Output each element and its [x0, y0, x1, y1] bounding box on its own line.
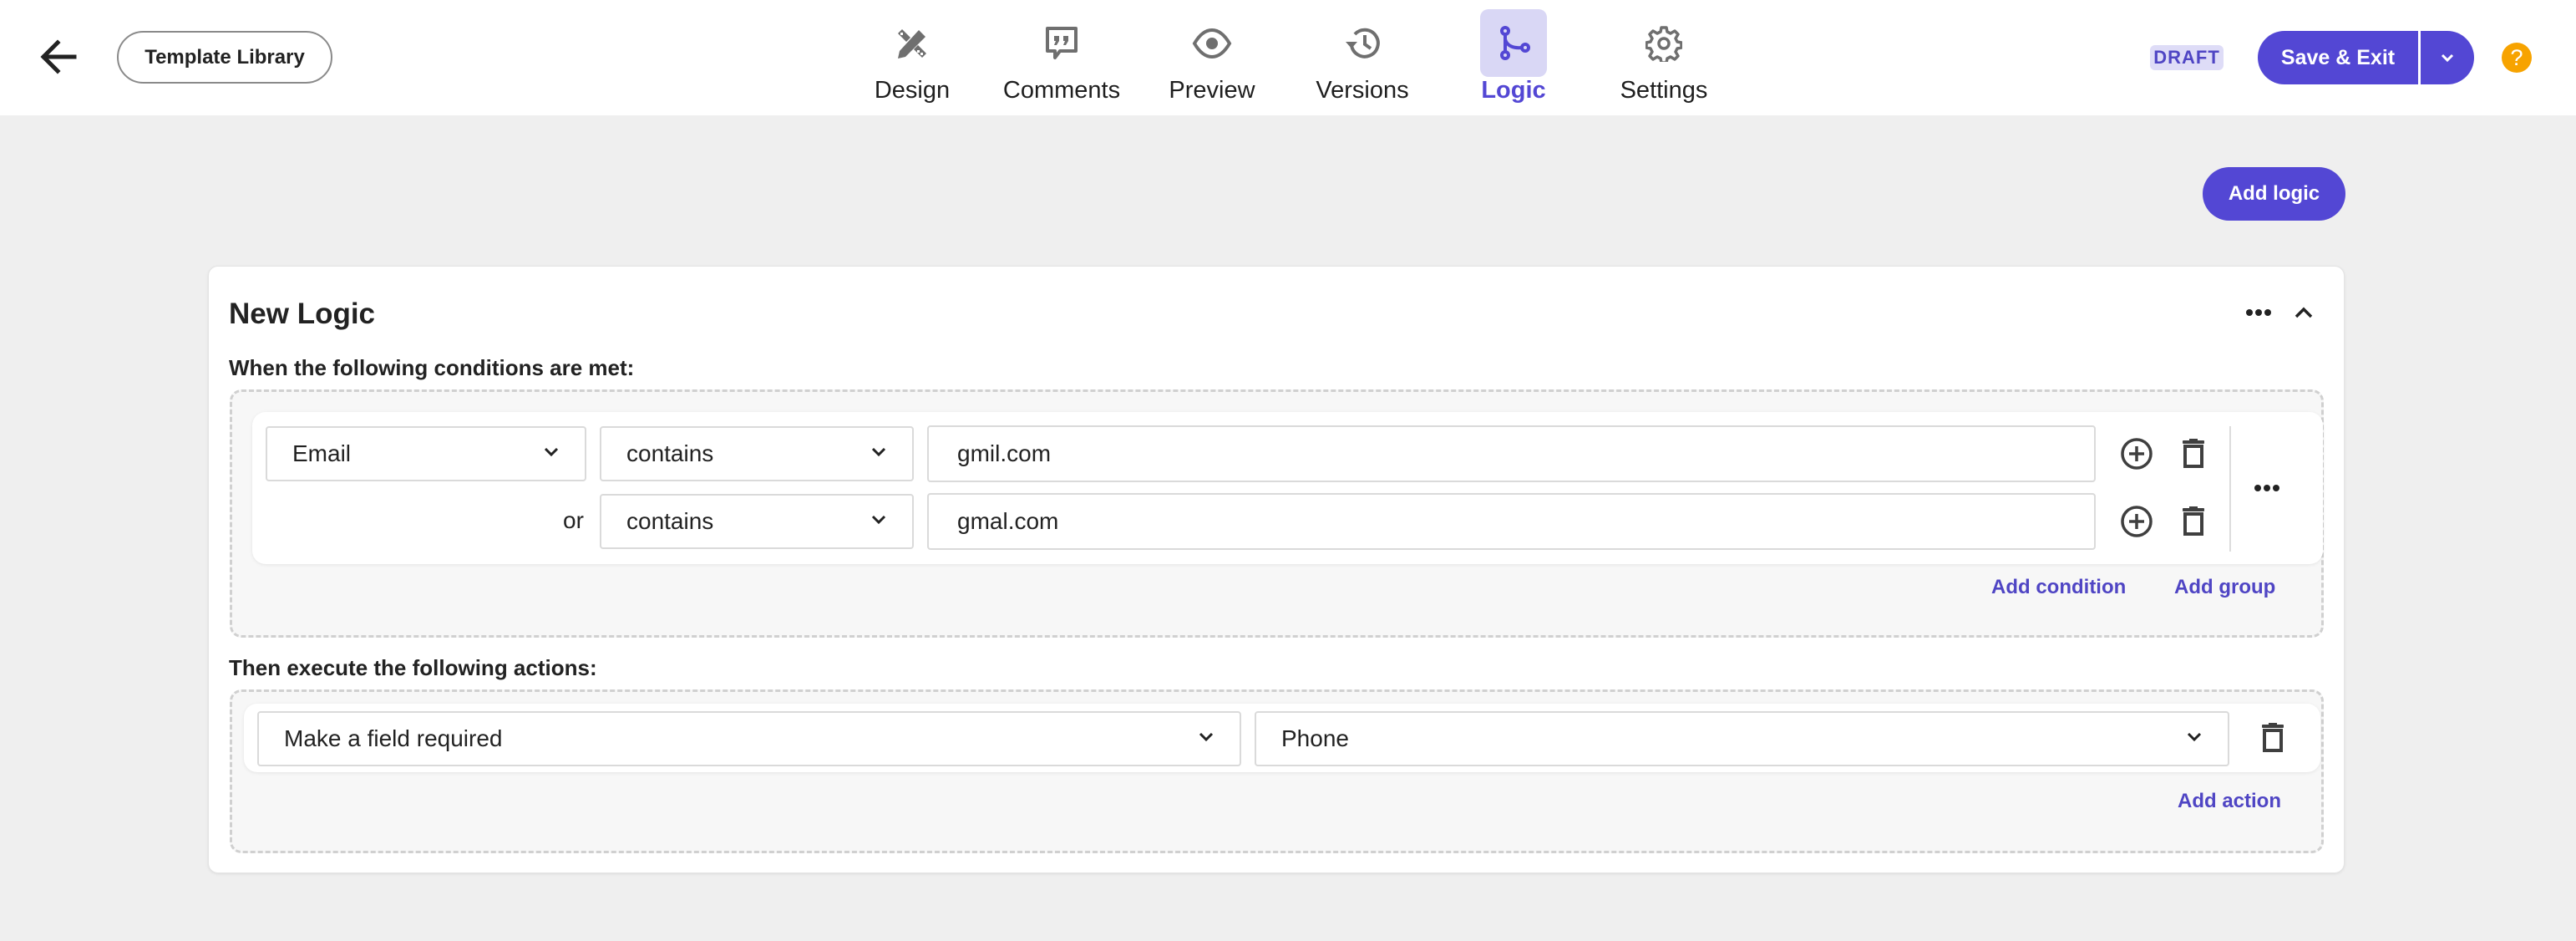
logic-card: New Logic When the following conditions …: [208, 266, 2345, 873]
logic-title: New Logic: [229, 298, 376, 330]
trash-icon: [2183, 506, 2204, 536]
delete-action-button[interactable]: [2256, 721, 2289, 755]
condition-value-input[interactable]: [927, 493, 2096, 550]
tab-comments[interactable]: Comments: [986, 0, 1137, 115]
conditions-group: Email contains gmil.com or contains gmal…: [230, 389, 2324, 638]
save-exit-button[interactable]: Save & Exit: [2258, 31, 2418, 84]
gear-icon: [1645, 25, 1682, 62]
back-button[interactable]: [33, 35, 84, 79]
or-connector: or: [563, 507, 584, 533]
chevron-down-icon: [871, 447, 886, 457]
design-tools-icon: [898, 28, 926, 58]
tab-logic[interactable]: Logic: [1438, 0, 1589, 115]
actions-group: Make a field required Phone Add action: [230, 689, 2324, 853]
plus-circle-icon: [2121, 438, 2153, 470]
operator-select-value: contains: [626, 508, 714, 534]
add-condition-row-button[interactable]: [2120, 505, 2153, 538]
help-button[interactable]: ?: [2502, 43, 2532, 73]
tab-versions[interactable]: Versions: [1287, 0, 1438, 115]
action-target-select[interactable]: Phone: [1255, 711, 2229, 766]
trash-icon: [2262, 723, 2284, 752]
plus-circle-icon: [2121, 506, 2153, 537]
action-row: Make a field required Phone: [244, 704, 2320, 772]
save-button-group: Save & Exit: [2258, 31, 2474, 84]
action-type-value: Make a field required: [284, 725, 503, 751]
arrow-left-icon: [40, 39, 77, 74]
chevron-down-icon: [2441, 53, 2454, 63]
add-action-button[interactable]: Add action: [2178, 790, 2281, 813]
actions-heading: Then execute the following actions:: [229, 655, 597, 680]
tab-comments-label: Comments: [1002, 77, 1121, 104]
collapse-button[interactable]: [2289, 298, 2319, 327]
add-group-button[interactable]: Add group: [2174, 576, 2275, 599]
ellipsis-icon: [2254, 485, 2279, 491]
delete-condition-button[interactable]: [2177, 505, 2210, 538]
tab-versions-label: Versions: [1316, 77, 1409, 104]
condition-value-input[interactable]: [927, 425, 2096, 482]
tab-design-label: Design: [874, 77, 951, 104]
add-condition-button[interactable]: Add condition: [1991, 576, 2126, 599]
operator-select[interactable]: contains: [600, 426, 914, 481]
tab-preview[interactable]: Preview: [1137, 0, 1287, 115]
chevron-down-icon: [2187, 732, 2202, 742]
comment-quote-icon: [1046, 26, 1078, 59]
logic-more-button[interactable]: [2240, 300, 2277, 325]
operator-select-value: contains: [626, 440, 714, 466]
add-logic-button[interactable]: Add logic: [2203, 167, 2345, 221]
conditions-heading: When the following conditions are met:: [229, 355, 635, 380]
chevron-down-icon: [544, 447, 559, 457]
field-select[interactable]: Email: [266, 426, 586, 481]
ellipsis-icon: [2246, 309, 2271, 316]
template-library-button[interactable]: Template Library: [117, 31, 332, 84]
chevron-down-icon: [1199, 732, 1214, 742]
field-select-value: Email: [292, 440, 352, 466]
delete-condition-button[interactable]: [2177, 437, 2210, 470]
action-target-value: Phone: [1281, 725, 1349, 751]
status-badge: DRAFT: [2150, 45, 2224, 70]
trash-icon: [2183, 439, 2204, 468]
tab-preview-label: Preview: [1169, 77, 1255, 104]
tab-settings-label: Settings: [1620, 77, 1708, 104]
top-header: Template Library Design Comments Preview…: [0, 0, 2576, 115]
eye-icon: [1192, 28, 1232, 58]
branch-icon: [1500, 25, 1530, 60]
tab-design[interactable]: Design: [837, 0, 987, 115]
action-type-select[interactable]: Make a field required: [257, 711, 1241, 766]
group-more-button[interactable]: [2249, 471, 2285, 505]
condition-group-card: Email contains gmil.com or contains gmal…: [252, 412, 2323, 564]
tab-settings[interactable]: Settings: [1589, 0, 1739, 115]
operator-select[interactable]: contains: [600, 494, 914, 549]
history-icon: [1346, 28, 1380, 58]
chevron-up-icon: [2295, 307, 2313, 318]
tab-logic-label: Logic: [1481, 77, 1546, 104]
save-options-dropdown[interactable]: [2421, 31, 2474, 84]
add-condition-row-button[interactable]: [2120, 437, 2153, 470]
group-divider: [2229, 426, 2231, 552]
chevron-down-icon: [871, 515, 886, 525]
